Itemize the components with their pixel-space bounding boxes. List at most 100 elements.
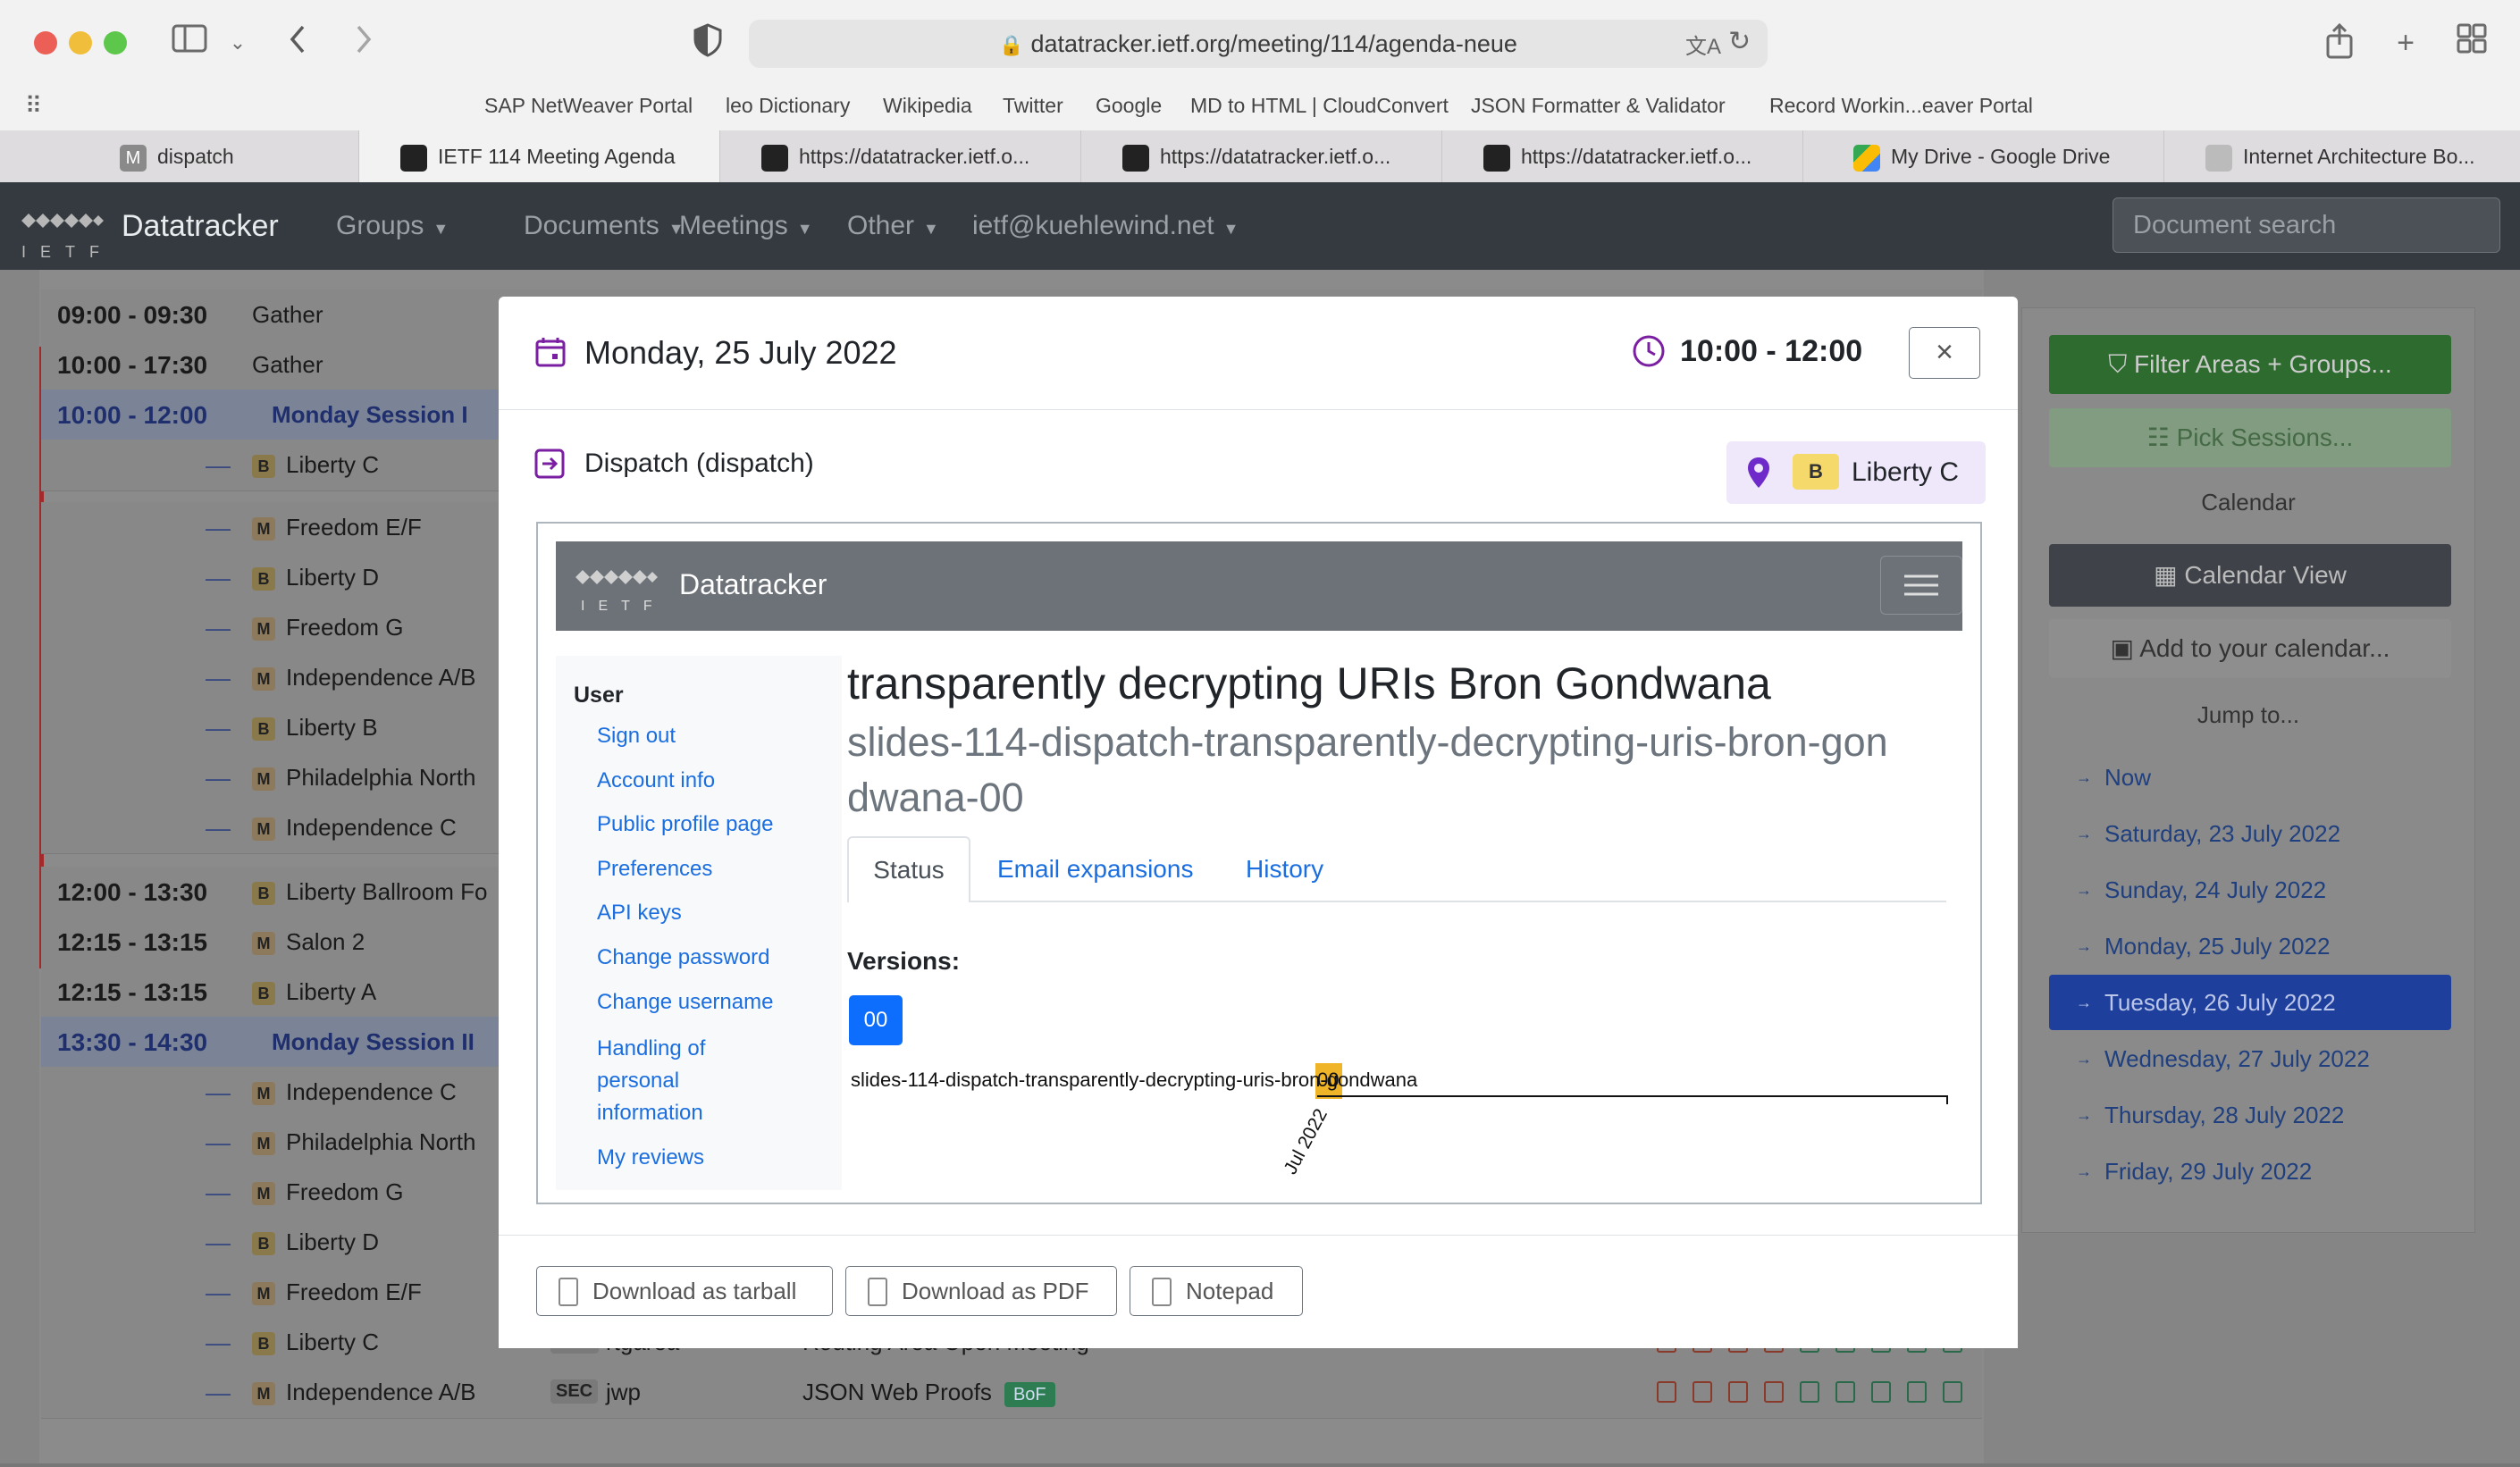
nav-other[interactable]: Other ▼	[847, 182, 939, 270]
reload-icon[interactable]: ↻	[1728, 27, 1755, 57]
bookmark-item[interactable]: MD to HTML | CloudConvert	[1190, 86, 1449, 125]
jump-item[interactable]: → Thursday, 28 July 2022	[2049, 1087, 2451, 1143]
add-to-calendar-button[interactable]: ▣ Add to your calendar...	[2049, 619, 2451, 678]
share-icon[interactable]	[2320, 22, 2359, 63]
public-profile-link[interactable]: Public profile page	[597, 812, 773, 837]
change-username-link[interactable]: Change username	[597, 990, 773, 1015]
browser-tab[interactable]: Mdispatch	[0, 130, 359, 182]
row-time: —	[206, 814, 231, 842]
nav-documents[interactable]: Documents ▼	[524, 182, 685, 270]
room-label: Philadelphia North	[286, 764, 476, 791]
nav-meetings[interactable]: Meetings ▼	[679, 182, 813, 270]
jump-item[interactable]: → Now	[2049, 750, 2451, 805]
preferences-link[interactable]: Preferences	[597, 857, 712, 882]
jump-item-label: Thursday, 28 July 2022	[2104, 1102, 2345, 1128]
chevron-down-icon[interactable]: ⌄	[218, 23, 257, 63]
tab-status[interactable]: Status	[847, 836, 970, 902]
close-window-button[interactable]	[34, 31, 57, 54]
filter-groups-button[interactable]: ⛉ Filter Areas + Groups...	[2049, 335, 2451, 394]
tab-history[interactable]: History	[1246, 836, 1323, 902]
browser-tab[interactable]: My Drive - Google Drive	[1803, 130, 2164, 182]
embedded-brand[interactable]: Datatracker	[679, 568, 827, 601]
tab-email-expansions[interactable]: Email expansions	[997, 836, 1193, 902]
browser-chrome: ⌄ 🔒 datatracker.ietf.org/meeting/114/agen…	[0, 0, 2520, 182]
chat-icon[interactable]	[1800, 1381, 1819, 1403]
change-password-link[interactable]: Change password	[597, 945, 769, 970]
headphones-icon[interactable]	[1907, 1381, 1927, 1403]
browser-tab[interactable]: https://datatracker.ietf.o...	[1081, 130, 1442, 182]
download-tarball-button[interactable]: Download as tarball	[536, 1266, 833, 1316]
row-time: 13:30 - 14:30	[57, 1028, 208, 1056]
jump-item[interactable]: → Monday, 25 July 2022	[2049, 918, 2451, 974]
calendar-view-button[interactable]: ▦ Calendar View	[2049, 544, 2451, 607]
jump-item[interactable]: → Friday, 29 July 2022	[2049, 1144, 2451, 1199]
jump-item[interactable]: → Saturday, 23 July 2022	[2049, 806, 2451, 861]
caret-down-icon: ▼	[923, 220, 939, 238]
jump-item[interactable]: → Tuesday, 26 July 2022	[2049, 975, 2451, 1030]
row-time: —	[206, 1078, 231, 1106]
navbar-brand[interactable]: Datatracker	[122, 182, 279, 270]
bookmark-item[interactable]: leo Dictionary	[726, 86, 850, 125]
folder-icon[interactable]	[1657, 1381, 1676, 1403]
jump-item[interactable]: → Wednesday, 27 July 2022	[2049, 1031, 2451, 1086]
room-label: Liberty B	[286, 714, 378, 741]
browser-tab-active[interactable]: IETF 114 Meeting Agenda	[359, 130, 720, 182]
browser-tab[interactable]: https://datatracker.ietf.o...	[1442, 130, 1803, 182]
row-time: 10:00 - 12:00	[57, 401, 208, 429]
area-badge: SEC	[550, 1379, 599, 1404]
browser-tab[interactable]: Internet Architecture Bo...	[2164, 130, 2520, 182]
document-search-input[interactable]: Document search	[2113, 197, 2500, 253]
pdf-icon[interactable]	[1728, 1381, 1748, 1403]
jump-item[interactable]: → Sunday, 24 July 2022	[2049, 862, 2451, 918]
tab-label: My Drive - Google Drive	[1891, 145, 2111, 168]
privacy-shield-icon[interactable]	[688, 23, 727, 63]
close-button[interactable]: ×	[1909, 327, 1980, 379]
new-tab-icon[interactable]: +	[2386, 23, 2425, 63]
doc-icon[interactable]	[1693, 1381, 1712, 1403]
bookmark-item[interactable]: Google	[1096, 86, 1162, 125]
address-bar[interactable]: 🔒 datatracker.ietf.org/meeting/114/agenda…	[749, 20, 1768, 68]
arrow-right-icon: →	[2076, 1106, 2092, 1124]
personal-information-link[interactable]: Handling of personal information	[597, 1033, 767, 1129]
nav-groups[interactable]: Groups ▼	[336, 182, 449, 270]
row-room: M Independence A/B	[252, 1367, 476, 1418]
room-location[interactable]: B Liberty C	[1726, 441, 1986, 504]
nav-user[interactable]: ietf@kuehlewind.net ▼	[972, 182, 1239, 270]
download-pdf-button[interactable]: Download as PDF	[845, 1266, 1117, 1316]
notepad-button[interactable]: Notepad	[1130, 1266, 1303, 1316]
agenda-row[interactable]: — M Independence A/B SEC jwp JSON Web Proofs B…	[41, 1367, 1982, 1419]
jump-item-label: Wednesday, 27 July 2022	[2104, 1045, 2370, 1072]
account-info-link[interactable]: Account info	[597, 768, 715, 793]
apps-grid-icon[interactable]: ⠿	[25, 86, 42, 125]
zoom-window-button[interactable]	[104, 31, 127, 54]
hamburger-menu-button[interactable]	[1880, 556, 1962, 615]
api-keys-link[interactable]: API keys	[597, 901, 682, 926]
group-link[interactable]: jwp	[606, 1367, 641, 1418]
bookmark-item[interactable]: Wikipedia	[883, 86, 972, 125]
version-button[interactable]: 00	[849, 995, 903, 1045]
jump-item-label: Tuesday, 26 July 2022	[2104, 989, 2336, 1016]
bookmark-item[interactable]: JSON Formatter & Validator	[1471, 86, 1726, 125]
pick-sessions-button[interactable]: ☷ Pick Sessions...	[2049, 408, 2451, 467]
sign-out-link[interactable]: Sign out	[597, 724, 676, 749]
browser-tab[interactable]: https://datatracker.ietf.o...	[720, 130, 1081, 182]
agenda-icon[interactable]	[1764, 1381, 1784, 1403]
forward-arrow-icon[interactable]	[343, 23, 382, 63]
row-room: M Freedom E/F	[252, 502, 422, 553]
tab-overview-icon[interactable]	[2452, 23, 2491, 63]
bookmark-item[interactable]: SAP NetWeaver Portal	[484, 86, 693, 125]
arrow-right-icon: →	[2076, 1050, 2092, 1068]
sidebar-toggle-icon[interactable]	[170, 23, 209, 63]
my-reviews-link[interactable]: My reviews	[597, 1145, 704, 1170]
room-label: Independence A/B	[286, 664, 476, 691]
user-menu: User Sign out Account info Public profil…	[556, 656, 842, 1190]
minimize-window-button[interactable]	[69, 31, 92, 54]
video-icon[interactable]	[1835, 1381, 1855, 1403]
bookmark-item[interactable]: Twitter	[1003, 86, 1063, 125]
session-title[interactable]: JSON Web Proofs BoF	[802, 1367, 1055, 1421]
translate-icon[interactable]: 文A	[1685, 29, 1721, 59]
back-arrow-icon[interactable]	[279, 23, 318, 63]
calendar-icon[interactable]	[1943, 1381, 1962, 1403]
bookmark-item[interactable]: Record Workin...eaver Portal	[1769, 86, 2033, 125]
phone-icon[interactable]	[1871, 1381, 1891, 1403]
